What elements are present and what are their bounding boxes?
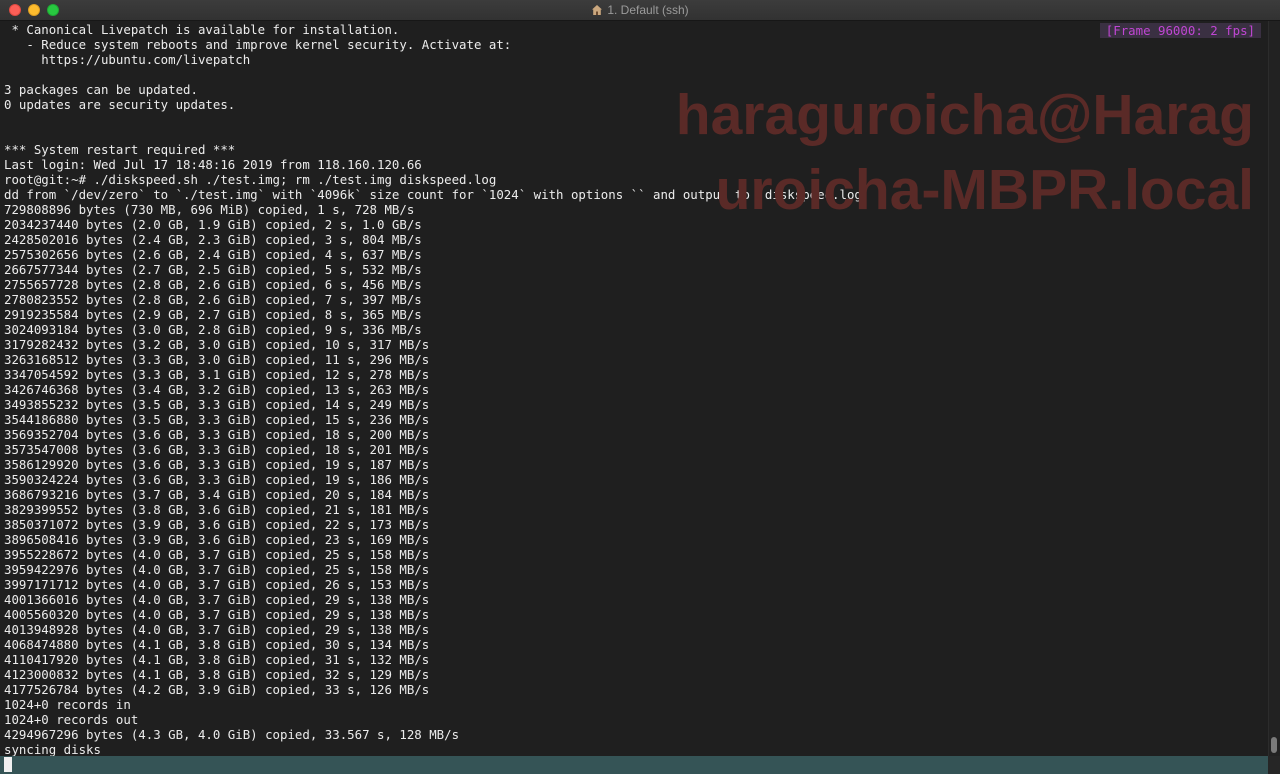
terminal-line: 1024+0 records out	[4, 712, 139, 727]
terminal-line: 4001366016 bytes (4.0 GB, 3.7 GiB) copie…	[4, 592, 430, 607]
terminal-line: 3590324224 bytes (3.6 GB, 3.3 GiB) copie…	[4, 472, 430, 487]
hostname-watermark: haraguroicha@Harag uroicha-MBPR.local	[614, 78, 1254, 228]
terminal-line: 4005560320 bytes (4.0 GB, 3.7 GiB) copie…	[4, 607, 430, 622]
terminal-line: 4177526784 bytes (4.2 GB, 3.9 GiB) copie…	[4, 682, 430, 697]
terminal-line: 4110417920 bytes (4.1 GB, 3.8 GiB) copie…	[4, 652, 430, 667]
terminal-line: 3829399552 bytes (3.8 GB, 3.6 GiB) copie…	[4, 502, 430, 517]
terminal-line: 3586129920 bytes (3.6 GB, 3.3 GiB) copie…	[4, 457, 430, 472]
terminal-line: - Reduce system reboots and improve kern…	[4, 37, 512, 52]
window-corner	[1268, 756, 1280, 774]
terminal-line: 2575302656 bytes (2.6 GB, 2.4 GiB) copie…	[4, 247, 422, 262]
terminal-line: 2919235584 bytes (2.9 GB, 2.7 GiB) copie…	[4, 307, 422, 322]
terminal-line: 4123000832 bytes (4.1 GB, 3.8 GiB) copie…	[4, 667, 430, 682]
terminal-line: 3544186880 bytes (3.5 GB, 3.3 GiB) copie…	[4, 412, 430, 427]
window-title: 1. Default (ssh)	[607, 3, 689, 17]
terminal-line: 4068474880 bytes (4.1 GB, 3.8 GiB) copie…	[4, 637, 430, 652]
terminal-output-area[interactable]: * Canonical Livepatch is available for i…	[0, 21, 1268, 756]
terminal-line: 2428502016 bytes (2.4 GB, 2.3 GiB) copie…	[4, 232, 422, 247]
terminal-cursor	[4, 757, 12, 772]
terminal-line: 3569352704 bytes (3.6 GB, 3.3 GiB) copie…	[4, 427, 430, 442]
terminal-line: 3573547008 bytes (3.6 GB, 3.3 GiB) copie…	[4, 442, 430, 457]
terminal-line: syncing disks	[4, 742, 101, 756]
title-bar[interactable]: 1. Default (ssh)	[0, 0, 1280, 21]
terminal-line: 3493855232 bytes (3.5 GB, 3.3 GiB) copie…	[4, 397, 430, 412]
terminal-line: https://ubuntu.com/livepatch	[4, 52, 251, 67]
watermark-line-1: haraguroicha@Harag	[675, 83, 1254, 147]
terminal-line: 3997171712 bytes (4.0 GB, 3.7 GiB) copie…	[4, 577, 430, 592]
scrollbar-thumb[interactable]	[1271, 737, 1277, 753]
terminal-line: 3263168512 bytes (3.3 GB, 3.0 GiB) copie…	[4, 352, 430, 367]
window-title-area: 1. Default (ssh)	[0, 3, 1280, 18]
terminal-line: 3686793216 bytes (3.7 GB, 3.4 GiB) copie…	[4, 487, 430, 502]
watermark-line-2: uroicha-MBPR.local	[715, 158, 1254, 222]
terminal-line: 1024+0 records in	[4, 697, 131, 712]
terminal-line: 3850371072 bytes (3.9 GB, 3.6 GiB) copie…	[4, 517, 430, 532]
status-bar	[0, 756, 1268, 774]
terminal-line: 3347054592 bytes (3.3 GB, 3.1 GiB) copie…	[4, 367, 430, 382]
terminal-line: 3179282432 bytes (3.2 GB, 3.0 GiB) copie…	[4, 337, 430, 352]
home-icon	[592, 5, 603, 15]
terminal-line: 3896508416 bytes (3.9 GB, 3.6 GiB) copie…	[4, 532, 430, 547]
terminal-line: 3024093184 bytes (3.0 GB, 2.8 GiB) copie…	[4, 322, 422, 337]
vertical-scrollbar[interactable]	[1268, 21, 1280, 756]
terminal-window: 1. Default (ssh) * Canonical Livepatch i…	[0, 0, 1280, 774]
terminal-line: 3959422976 bytes (4.0 GB, 3.7 GiB) copie…	[4, 562, 430, 577]
terminal-line: 2667577344 bytes (2.7 GB, 2.5 GiB) copie…	[4, 262, 422, 277]
terminal-line: 4013948928 bytes (4.0 GB, 3.7 GiB) copie…	[4, 622, 430, 637]
terminal-line: 2755657728 bytes (2.8 GB, 2.6 GiB) copie…	[4, 277, 422, 292]
terminal-line: 4294967296 bytes (4.3 GB, 4.0 GiB) copie…	[4, 727, 460, 742]
terminal-line: 3955228672 bytes (4.0 GB, 3.7 GiB) copie…	[4, 547, 430, 562]
frame-rate-badge: [Frame 96000: 2 fps]	[1099, 23, 1261, 38]
terminal-line: 3426746368 bytes (3.4 GB, 3.2 GiB) copie…	[4, 382, 430, 397]
terminal-line: * Canonical Livepatch is available for i…	[4, 22, 400, 37]
terminal-line: 2780823552 bytes (2.8 GB, 2.6 GiB) copie…	[4, 292, 422, 307]
